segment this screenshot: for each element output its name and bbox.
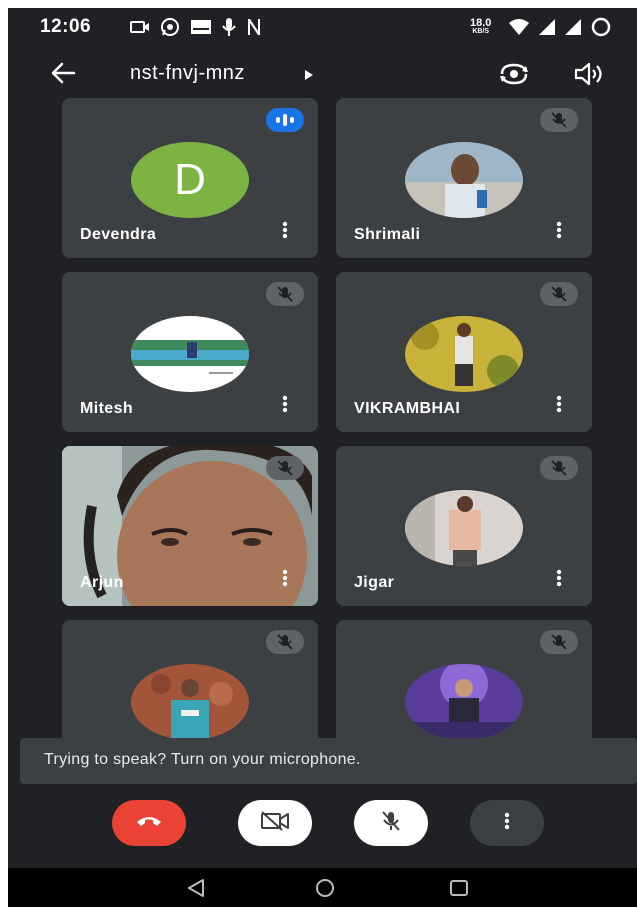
battery-icon — [590, 16, 612, 43]
meeting-code[interactable]: nst-fnvj-mnz — [130, 62, 245, 85]
status-system-icons — [508, 16, 612, 43]
participant-tile[interactable]: Shrimali — [336, 98, 592, 258]
mic-off-icon — [266, 282, 304, 306]
participant-name: Devendra — [80, 226, 157, 243]
avatar-photo — [405, 316, 523, 392]
whatsapp-icon — [160, 17, 180, 42]
avatar: D — [131, 142, 249, 218]
notification-n-icon — [246, 18, 262, 41]
toast-message: Trying to speak? Turn on your microphone… — [44, 751, 361, 768]
wifi-icon — [508, 18, 530, 41]
nav-recents-icon[interactable] — [448, 878, 470, 903]
participant-name: Mitesh — [80, 400, 134, 417]
mic-off-icon — [540, 282, 578, 306]
participant-name: Jigar — [354, 574, 395, 591]
status-notification-icons — [130, 17, 262, 42]
avatar-photo — [131, 316, 249, 392]
more-vert-icon[interactable] — [282, 221, 288, 244]
speaker-icon[interactable] — [574, 62, 604, 90]
phone-screen: 12:06 18.0 KB/S nst-fnvj-mnz D Devendra … — [8, 8, 637, 907]
mic-off-icon — [540, 108, 578, 132]
network-speed: 18.0 KB/S — [470, 17, 492, 36]
android-nav-bar — [8, 868, 637, 907]
participant-tile[interactable]: VIKRAMBHAI — [336, 272, 592, 432]
speaking-indicator-icon — [266, 108, 304, 132]
participant-tile[interactable]: D Devendra — [62, 98, 318, 258]
mic-off-icon — [266, 456, 304, 480]
mic-off-icon — [540, 456, 578, 480]
avatar-photo — [405, 142, 523, 218]
app-icon — [190, 19, 212, 40]
microphone-toggle-button[interactable] — [354, 800, 428, 846]
more-options-button[interactable] — [470, 800, 544, 846]
nav-back-icon[interactable] — [186, 878, 206, 903]
more-vert-icon[interactable] — [282, 395, 288, 418]
status-time: 12:06 — [40, 16, 92, 37]
mic-off-icon — [266, 630, 304, 654]
camera-toggle-button[interactable] — [238, 800, 312, 846]
network-speed-unit: KB/S — [472, 28, 490, 35]
hang-up-icon — [135, 814, 163, 833]
camera-flip-icon[interactable] — [498, 62, 530, 91]
end-call-button[interactable] — [112, 800, 186, 846]
more-vert-icon — [504, 812, 510, 835]
participant-tile[interactable]: Mitesh — [62, 272, 318, 432]
mic-hint-toast: Trying to speak? Turn on your microphone… — [20, 738, 637, 784]
more-vert-icon[interactable] — [282, 569, 288, 592]
participant-name: Arjun — [80, 574, 124, 591]
mic-icon — [222, 17, 236, 42]
nav-home-icon[interactable] — [314, 878, 336, 903]
signal-icon — [538, 18, 556, 41]
network-speed-value: 18.0 — [470, 17, 492, 29]
meeting-top-bar: nst-fnvj-mnz — [8, 48, 637, 100]
more-vert-icon[interactable] — [556, 395, 562, 418]
signal-icon — [564, 18, 582, 41]
cast-icon — [130, 19, 150, 40]
participant-tile[interactable]: Arjun — [62, 446, 318, 606]
participant-name: VIKRAMBHAI — [354, 400, 461, 417]
avatar-photo — [405, 490, 523, 566]
arrow-left-icon[interactable] — [50, 62, 76, 89]
participant-tile[interactable]: Jigar — [336, 446, 592, 606]
avatar-photo — [405, 664, 523, 740]
avatar-photo — [131, 664, 249, 740]
mic-off-icon — [379, 809, 403, 838]
participant-name: Shrimali — [354, 226, 421, 243]
more-vert-icon[interactable] — [556, 569, 562, 592]
more-vert-icon[interactable] — [556, 221, 562, 244]
mic-off-icon — [540, 630, 578, 654]
videocam-off-icon — [259, 810, 291, 837]
status-bar: 12:06 18.0 KB/S — [8, 8, 637, 48]
caret-right-icon[interactable] — [304, 68, 314, 86]
